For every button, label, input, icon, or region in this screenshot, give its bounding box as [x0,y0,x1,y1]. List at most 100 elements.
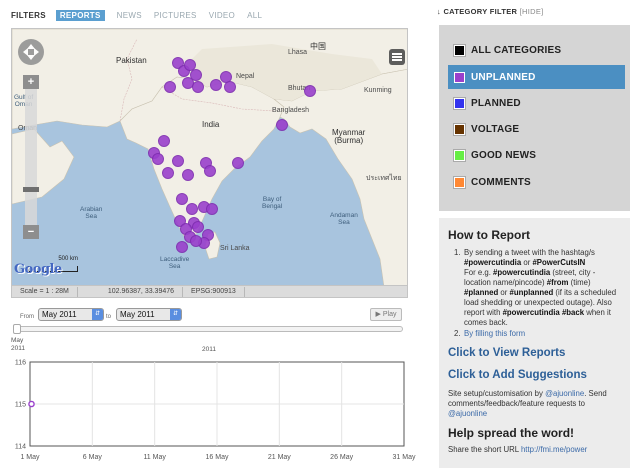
report-marker[interactable] [206,203,218,215]
category-label: UNPLANNED [471,71,536,83]
from-month-value: May 2011 [42,310,77,319]
from-month-select[interactable]: May 2011 ⇵ [38,308,104,321]
step-tweet: 1. By sending a tweet with the hashtag/s… [454,248,617,327]
category-label: VOLTAGE [471,123,520,135]
category-swatch [454,71,465,83]
how-to-steps: 1. By sending a tweet with the hashtag/s… [448,248,622,339]
map-label-pakistan: Pakistan [116,56,147,65]
report-marker[interactable] [158,135,170,147]
spread-word-title: Help spread the word! [448,426,575,440]
report-marker[interactable] [210,79,222,91]
category-label: GOOD NEWS [471,149,537,161]
map-label-bangladesh: Bangladesh [272,107,309,114]
map-label-china: 中国 [310,42,326,51]
dropdown-arrows-icon: ⇵ [92,309,103,320]
short-url-link[interactable]: http://fmi.me/power [521,445,587,454]
report-marker[interactable] [164,81,176,93]
map-label-lhasa: Lhasa [288,49,308,56]
filter-tab-news[interactable]: NEWS [117,11,142,20]
pan-left-icon[interactable] [19,48,28,56]
category-good-news[interactable]: GOOD NEWS [448,143,625,167]
report-marker[interactable] [276,119,288,131]
report-marker[interactable] [176,193,188,205]
report-marker[interactable] [192,81,204,93]
report-marker[interactable] [172,155,184,167]
filter-tab-all[interactable]: ALL [247,11,262,20]
chart-x-tick-label: 21 May [268,454,291,461]
credit-text: Site setup/customisation by @ajuonline. … [448,389,607,418]
how-to-report-title: How to Report [448,228,530,242]
map-label-bay-of-bengal: Bay of Bengal [262,196,283,210]
filters-label: FILTERS [11,10,46,20]
collapse-arrow-icon[interactable]: ↓ [437,7,441,16]
category-voltage[interactable]: VOLTAGE [448,117,625,141]
category-all[interactable]: ALL CATEGORIES [448,38,625,62]
map-label-laccadive-sea: Laccadive Sea [160,256,190,270]
play-button[interactable]: ▶ Play [370,308,402,321]
feedback-link-ajuonline[interactable]: @ajuonline [448,409,487,418]
report-marker[interactable] [186,203,198,215]
category-swatch [454,149,465,161]
to-label: to [106,314,112,320]
filters-bar: FILTERS REPORTS NEWS PICTURES VIDEO ALL [11,9,268,21]
category-swatch [454,44,465,56]
category-unplanned[interactable]: UNPLANNED [448,65,625,89]
filter-tab-reports[interactable]: REPORTS [55,9,105,21]
category-swatch [454,123,465,135]
credit-link-ajuonline[interactable]: @ajuonline [545,389,584,398]
category-label: PLANNED [471,97,521,109]
pan-right-icon[interactable] [34,48,43,56]
timeline-slider[interactable] [13,326,403,332]
category-filter-panel: ALL CATEGORIES UNPLANNED PLANNED VOLTAGE… [439,25,630,211]
report-marker[interactable] [190,235,202,247]
chart-data-point [28,400,35,408]
from-label: From [20,314,34,320]
to-month-select[interactable]: May 2011 ⇵ [116,308,182,321]
report-marker[interactable] [204,165,216,177]
report-marker[interactable] [304,85,316,97]
category-planned[interactable]: PLANNED [448,91,625,115]
chart-x-tick-label: 6 May [83,454,103,461]
zoom-in-button[interactable]: + [23,75,39,89]
filter-tab-video[interactable]: VIDEO [209,11,235,20]
how-to-report-panel: How to Report 1. By sending a tweet with… [439,218,630,468]
pan-down-icon[interactable] [27,55,35,64]
report-marker[interactable] [232,157,244,169]
category-label: ALL CATEGORIES [471,44,562,56]
pan-control[interactable] [18,39,44,65]
map-label-thailand: ประเทศไทย [366,175,402,182]
report-marker[interactable] [152,153,164,165]
map-label-arabian-sea: Arabian Sea [80,206,103,220]
add-suggestions-link[interactable]: Click to Add Suggestions [448,367,622,383]
map-scale-readout: Scale = 1 : 28M [12,286,78,297]
zoom-out-button[interactable]: − [23,225,39,239]
map-label-kunming: Kunming [364,87,392,94]
filter-tab-pictures[interactable]: PICTURES [154,11,197,20]
chart-x-tick-label: 31 May [393,454,416,461]
report-marker[interactable] [182,169,194,181]
zoom-slider-handle[interactable] [23,187,39,192]
category-comments[interactable]: COMMENTS [448,170,625,194]
chart-x-tick-label: 1 May [20,454,40,461]
zoom-slider-track[interactable] [25,79,37,239]
category-filter-header: ↓ CATEGORY FILTER [HIDE] [437,7,544,16]
chart-x-tick-label: 11 May [143,454,166,461]
report-marker[interactable] [224,81,236,93]
map-label-andaman-sea: Andaman Sea [330,212,358,226]
map-epsg-readout: EPSG:900913 [183,286,245,297]
chart-y-tick-label: 116 [15,360,26,367]
category-filter-title: CATEGORY FILTER [443,7,518,16]
report-marker[interactable] [176,241,188,253]
view-reports-link[interactable]: Click to View Reports [448,345,622,361]
report-marker[interactable] [162,167,174,179]
category-label: COMMENTS [471,176,531,188]
map-view[interactable]: Pakistan Lhasa 中国 Nepal Bhutan Kunming G… [11,28,408,286]
map-coords-readout: 102.96387, 33.39476 [78,286,184,297]
chart-x-tick-label: 26 May [330,454,353,461]
category-filter-hide-link[interactable]: [HIDE] [520,7,544,16]
timeline-slider-handle[interactable] [13,324,21,334]
layer-switcher-icon[interactable] [389,49,405,65]
google-logo: Google [14,262,62,277]
fill-form-link[interactable]: 2. By filling this form [448,329,622,339]
chart-y-tick-label: 115 [15,402,26,409]
